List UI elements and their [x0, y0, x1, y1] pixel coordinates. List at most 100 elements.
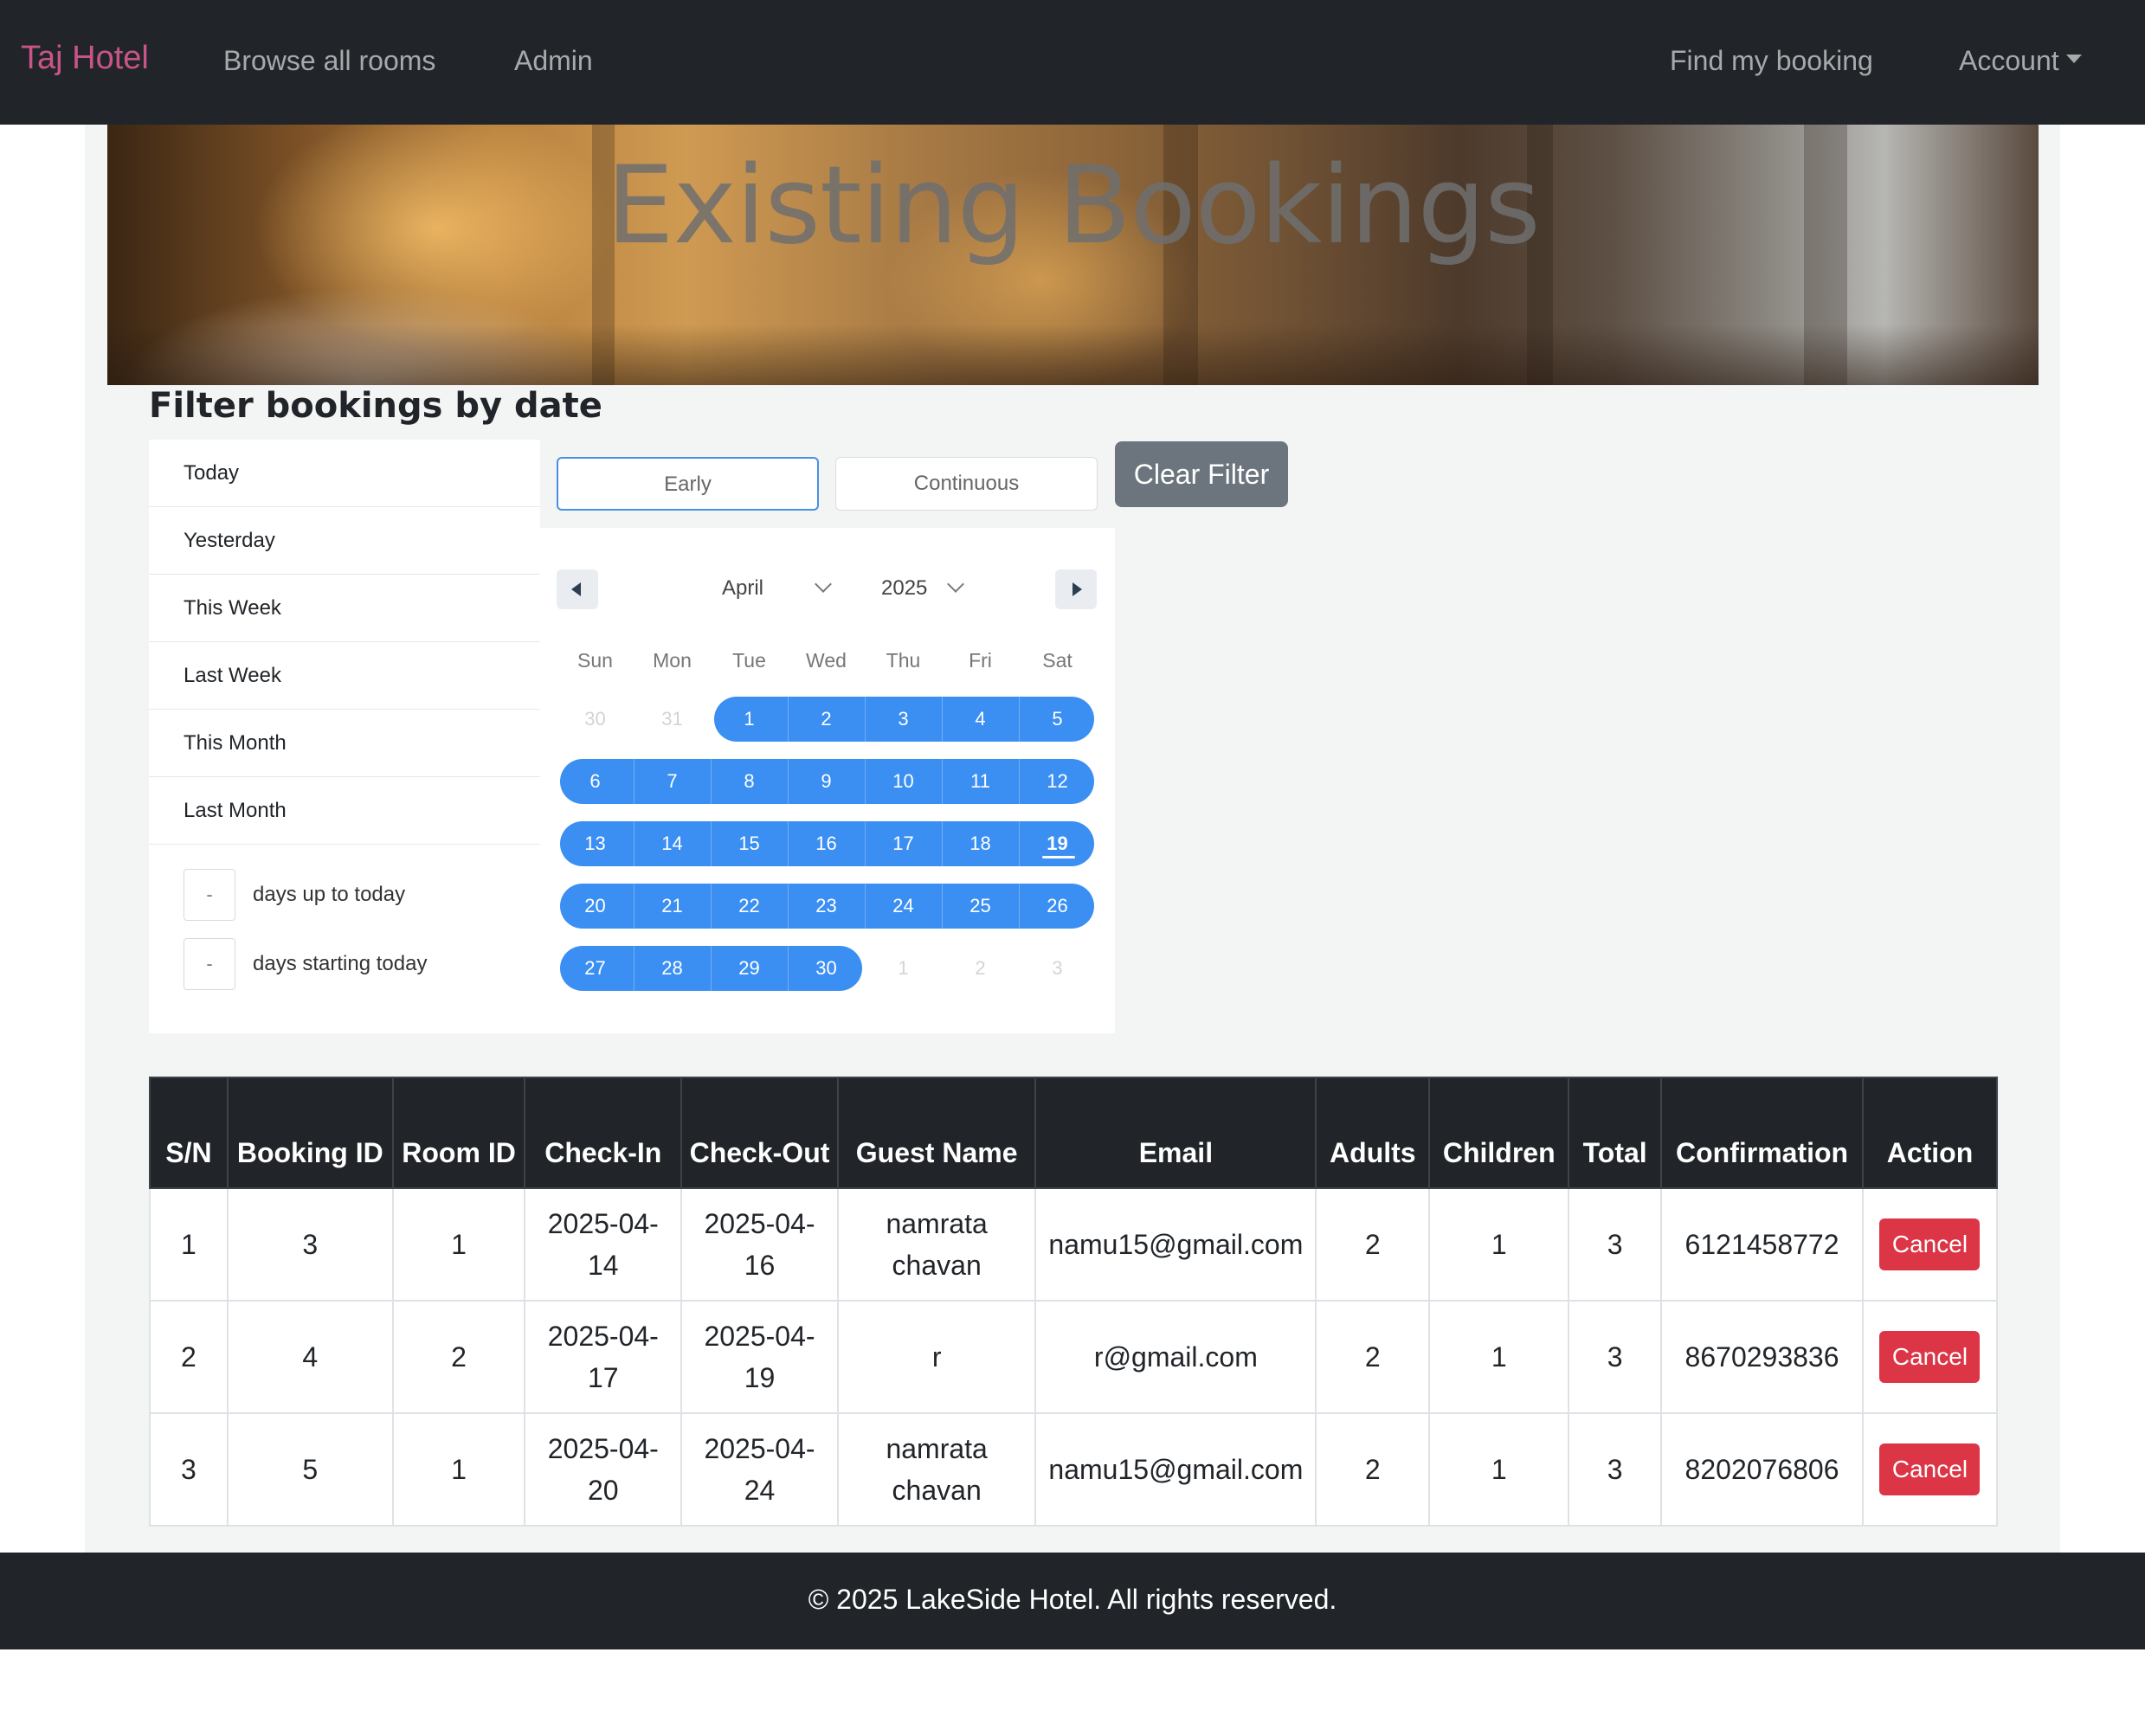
- next-month-button[interactable]: [1055, 569, 1097, 609]
- calendar-day[interactable]: 8: [711, 759, 788, 804]
- calendar-day[interactable]: 1: [711, 697, 788, 742]
- brand-logo[interactable]: Taj Hotel: [21, 40, 149, 77]
- calendar-day[interactable]: 16: [788, 821, 865, 866]
- toggle-early[interactable]: Early: [557, 457, 819, 511]
- preset-last-week[interactable]: Last Week: [149, 642, 540, 710]
- toggle-continuous[interactable]: Continuous: [835, 457, 1098, 511]
- column-header: Adults: [1315, 1077, 1431, 1189]
- weekday-label: Fri: [969, 649, 992, 672]
- calendar-day[interactable]: 20: [557, 884, 634, 929]
- column-header: Action: [1861, 1077, 1999, 1189]
- action-cell: Cancel: [1861, 1300, 1999, 1414]
- table-row: 1 3 1 2025-04-14 2025-04-16 namrata chav…: [149, 1187, 1999, 1302]
- days-starting-today-input[interactable]: -: [184, 938, 235, 990]
- table-cell: 2: [391, 1300, 526, 1414]
- table-cell: 6121458772: [1660, 1187, 1864, 1302]
- bookings-table: S/N Booking ID Room ID Check-In Check-Ou…: [149, 1077, 1999, 1527]
- nav-find-booking[interactable]: Find my booking: [1670, 45, 1873, 77]
- table-cell: 1: [1428, 1412, 1570, 1527]
- calendar-day[interactable]: 4: [942, 697, 1019, 742]
- nav-browse-rooms[interactable]: Browse all rooms: [223, 45, 435, 77]
- column-header: Total: [1568, 1077, 1663, 1189]
- column-header: Confirmation: [1660, 1077, 1864, 1189]
- nav-admin[interactable]: Admin: [514, 45, 593, 77]
- calendar-day[interactable]: 26: [1019, 884, 1096, 929]
- table-cell: 8670293836: [1660, 1300, 1864, 1414]
- calendar-day[interactable]: 3: [865, 697, 942, 742]
- calendar-day[interactable]: 13: [557, 821, 634, 866]
- table-cell: 2: [1315, 1187, 1431, 1302]
- table-cell: 2025-04-24: [680, 1412, 839, 1527]
- table-cell: 3: [1568, 1412, 1663, 1527]
- weekday-label: Mon: [653, 649, 692, 672]
- weekday-label: Sat: [1042, 649, 1072, 672]
- action-cell: Cancel: [1861, 1412, 1999, 1527]
- calendar-day[interactable]: 5: [1019, 697, 1096, 742]
- calendar-day[interactable]: 15: [711, 821, 788, 866]
- calendar-day[interactable]: 2: [788, 697, 865, 742]
- month-select[interactable]: April: [722, 576, 763, 601]
- calendar-day[interactable]: 30: [557, 697, 634, 742]
- cancel-booking-button[interactable]: Cancel: [1879, 1218, 1981, 1270]
- calendar-day[interactable]: 18: [942, 821, 1019, 866]
- cancel-booking-button[interactable]: Cancel: [1879, 1331, 1981, 1383]
- caret-down-icon: [2065, 54, 2082, 63]
- weekday-label: Thu: [886, 649, 921, 672]
- calendar-day[interactable]: 2: [942, 946, 1019, 991]
- hero-banner: Existing Bookings: [107, 125, 2039, 385]
- calendar-day[interactable]: 22: [711, 884, 788, 929]
- table-cell: r@gmail.com: [1034, 1300, 1317, 1414]
- preset-this-month[interactable]: This Month: [149, 710, 540, 777]
- calendar-day[interactable]: 6: [557, 759, 634, 804]
- calendar-day[interactable]: 3: [1019, 946, 1096, 991]
- calendar-day[interactable]: 24: [865, 884, 942, 929]
- days-up-to-today-input[interactable]: -: [184, 869, 235, 921]
- calendar-day[interactable]: 11: [942, 759, 1019, 804]
- calendar-day[interactable]: 17: [865, 821, 942, 866]
- footer: © 2025 LakeSide Hotel. All rights reserv…: [0, 1553, 2145, 1649]
- calendar-day[interactable]: 27: [557, 946, 634, 991]
- table-cell: namrata chavan: [836, 1187, 1037, 1302]
- account-label: Account: [1959, 45, 2059, 76]
- calendar-day[interactable]: 28: [634, 946, 711, 991]
- clear-filter-button[interactable]: Clear Filter: [1115, 441, 1288, 507]
- calendar-day[interactable]: 30: [788, 946, 865, 991]
- column-header: Children: [1428, 1077, 1570, 1189]
- table-cell: 1: [1428, 1187, 1570, 1302]
- calendar-day-today[interactable]: 19: [1019, 821, 1096, 866]
- days-starting-today-label: days starting today: [253, 952, 428, 975]
- preset-last-month[interactable]: Last Month: [149, 777, 540, 845]
- table-cell: 4: [226, 1300, 394, 1414]
- column-header: Booking ID: [226, 1077, 394, 1189]
- filter-heading: Filter bookings by date: [149, 386, 602, 426]
- column-header: Email: [1034, 1077, 1317, 1189]
- calendar-day[interactable]: 31: [634, 697, 711, 742]
- table-cell: 1: [391, 1412, 526, 1527]
- column-header: Check-In: [524, 1077, 683, 1189]
- calendar-day[interactable]: 10: [865, 759, 942, 804]
- calendar-day[interactable]: 9: [788, 759, 865, 804]
- calendar-day[interactable]: 14: [634, 821, 711, 866]
- calendar-day[interactable]: 23: [788, 884, 865, 929]
- calendar-day[interactable]: 7: [634, 759, 711, 804]
- cancel-booking-button[interactable]: Cancel: [1879, 1443, 1981, 1495]
- calendar-day[interactable]: 1: [865, 946, 942, 991]
- column-header: Guest Name: [836, 1077, 1037, 1189]
- table-cell: 3: [1568, 1300, 1663, 1414]
- calendar-day[interactable]: 12: [1019, 759, 1096, 804]
- hero-floor-shade: [107, 325, 2039, 385]
- calendar-day[interactable]: 25: [942, 884, 1019, 929]
- caret-right-icon: [1072, 582, 1082, 596]
- table-cell: 5: [226, 1412, 394, 1527]
- preset-yesterday[interactable]: Yesterday: [149, 507, 540, 575]
- preset-this-week[interactable]: This Week: [149, 575, 540, 642]
- year-select[interactable]: 2025: [881, 576, 927, 601]
- nav-account-dropdown[interactable]: Account: [1959, 45, 2082, 77]
- calendar-day[interactable]: 29: [711, 946, 788, 991]
- prev-month-button[interactable]: [557, 569, 598, 609]
- table-cell: 2025-04-14: [524, 1187, 683, 1302]
- preset-today[interactable]: Today: [149, 440, 540, 507]
- table-cell: 1: [149, 1187, 229, 1302]
- table-cell: 2025-04-16: [680, 1187, 839, 1302]
- calendar-day[interactable]: 21: [634, 884, 711, 929]
